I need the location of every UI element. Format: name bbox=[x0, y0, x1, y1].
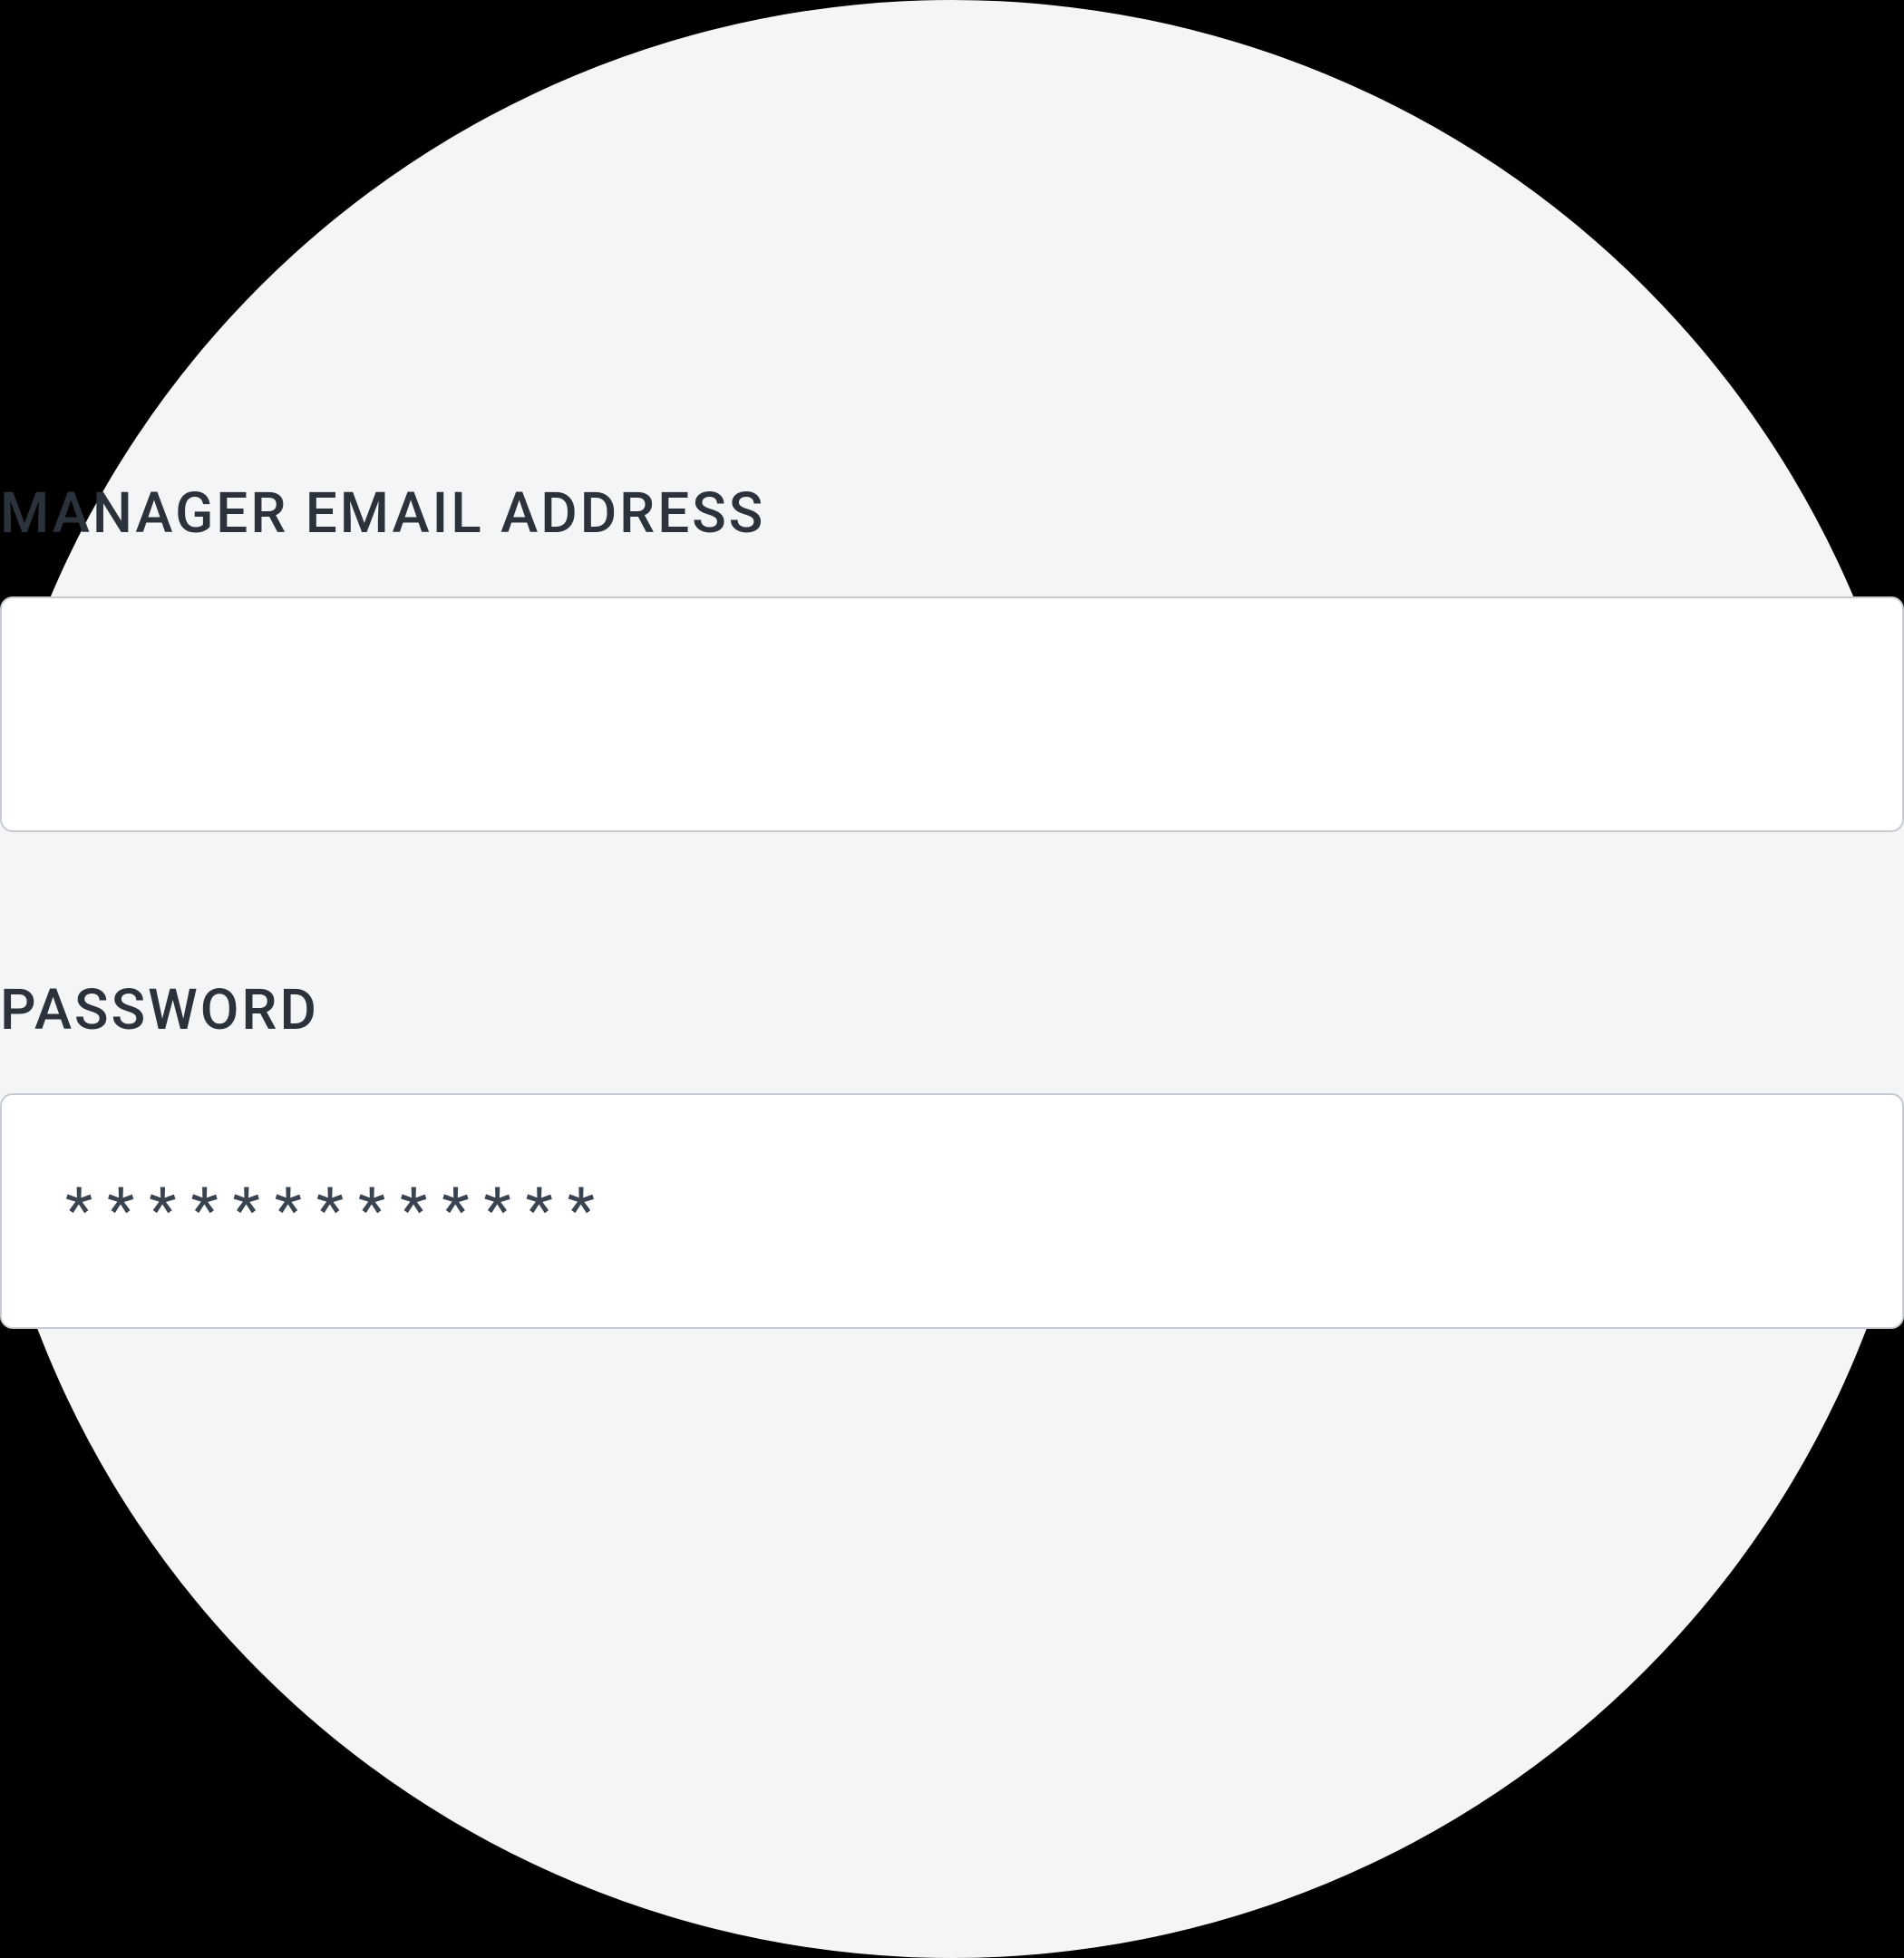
password-label: PASSWORD bbox=[0, 977, 1904, 1043]
password-input[interactable] bbox=[0, 1093, 1904, 1329]
email-field-group: MANAGER EMAIL ADDRESS bbox=[0, 480, 1904, 832]
login-form: MANAGER EMAIL ADDRESS PASSWORD bbox=[0, 480, 1904, 1329]
email-input[interactable] bbox=[0, 596, 1904, 832]
password-field-group: PASSWORD bbox=[0, 977, 1904, 1329]
email-label: MANAGER EMAIL ADDRESS bbox=[0, 480, 1904, 547]
